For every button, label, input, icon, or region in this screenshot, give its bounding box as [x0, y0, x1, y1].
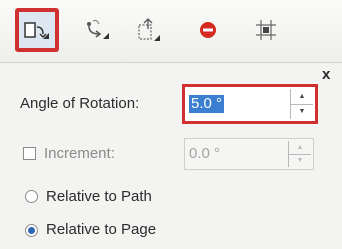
increment-input[interactable]: 0.0 ° ▲ ▼ [184, 138, 314, 170]
transform-grid-button[interactable] [244, 8, 288, 52]
increment-checkbox[interactable] [23, 147, 36, 160]
step-down-icon[interactable]: ▼ [289, 155, 311, 168]
relative-to-page-label: Relative to Page [46, 221, 157, 238]
relative-to-page-radio[interactable] [25, 224, 38, 237]
record-icon [200, 22, 216, 38]
angle-of-rotation-input[interactable]: 5.0 ° ▲ ▼ [182, 84, 318, 124]
rotate-icon [24, 22, 49, 39]
increment-stepper[interactable]: ▲ ▼ [288, 141, 311, 167]
angle-value: 5.0 ° [189, 95, 225, 113]
rotate-tool-button[interactable] [15, 8, 59, 52]
record-button[interactable] [186, 8, 230, 52]
position-button[interactable] [126, 8, 170, 52]
step-up-icon[interactable]: ▲ [291, 89, 313, 105]
step-down-icon[interactable]: ▼ [291, 105, 313, 120]
transform-grid-icon [256, 20, 276, 40]
increment-label: Increment: [44, 145, 115, 162]
rotate-path-icon [87, 19, 109, 39]
relative-to-path-label: Relative to Path [46, 188, 152, 205]
step-up-icon[interactable]: ▲ [289, 141, 311, 155]
position-icon [138, 18, 160, 41]
relative-to-path-radio[interactable] [25, 190, 38, 203]
angle-of-rotation-label: Angle of Rotation: [20, 95, 140, 112]
rotate-path-button[interactable] [75, 8, 119, 52]
angle-stepper[interactable]: ▲ ▼ [290, 89, 313, 119]
docker-toolbar [0, 0, 342, 63]
close-icon[interactable]: x [322, 66, 330, 83]
increment-value: 0.0 ° [189, 145, 221, 162]
